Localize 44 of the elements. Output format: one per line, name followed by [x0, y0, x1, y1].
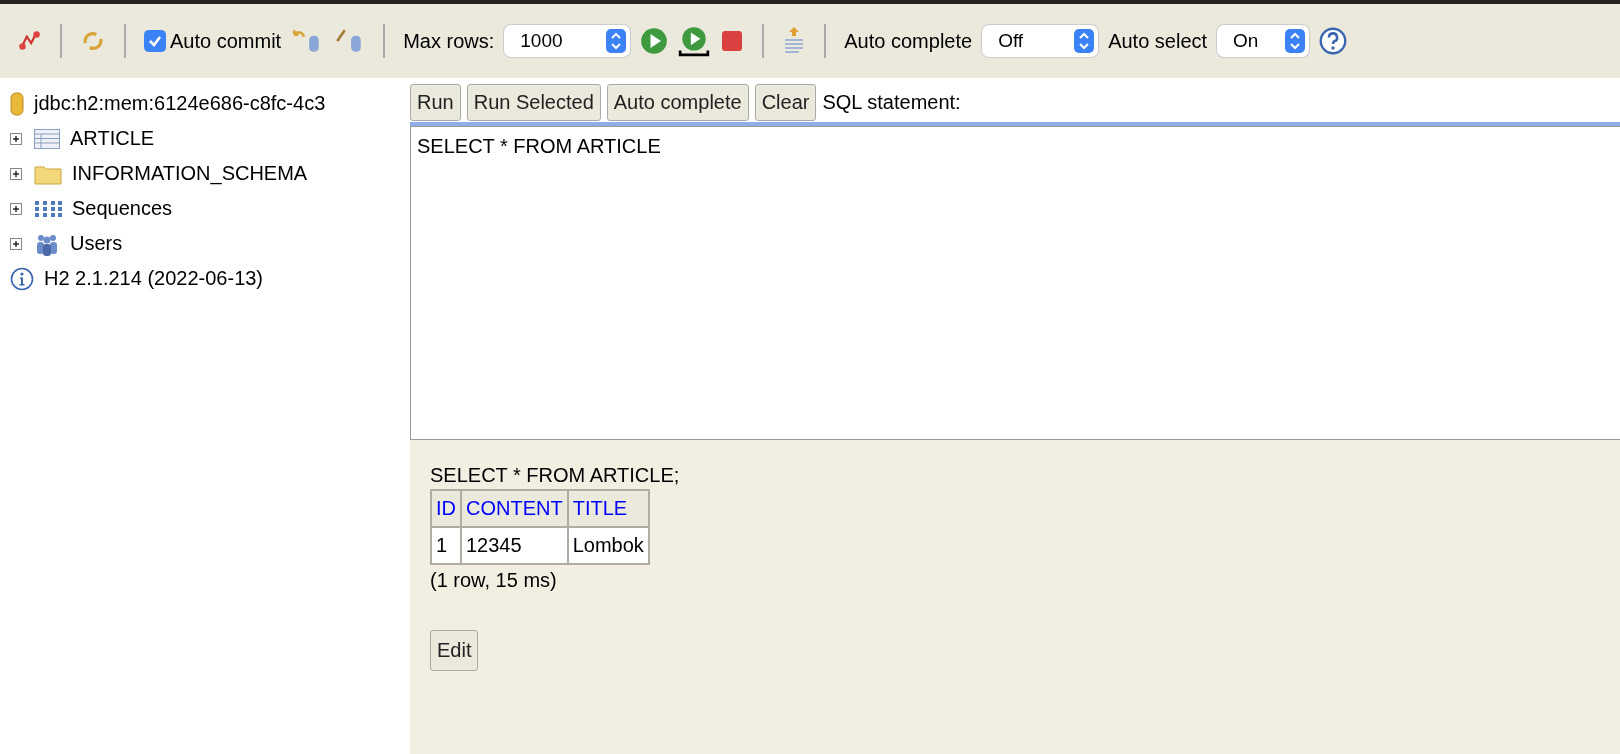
auto-complete-select[interactable]: Off	[982, 25, 1099, 57]
auto-select-label: Auto select	[1108, 29, 1208, 53]
column-header[interactable]: TITLE	[567, 490, 649, 527]
result-statement: SELECT * FROM ARTICLE;	[430, 464, 681, 487]
auto-commit-label: Auto commit	[170, 29, 282, 53]
auto-complete-label: Auto complete	[844, 29, 973, 53]
table-cell: 1	[431, 527, 461, 564]
sql-editor[interactable]: SELECT * FROM ARTICLE	[410, 126, 1620, 440]
result-summary: (1 row, 15 ms)	[430, 569, 558, 592]
database-icon	[10, 90, 24, 117]
sql-statement-label: SQL statement:	[822, 90, 961, 114]
run-icon[interactable]	[640, 27, 669, 55]
max-rows-label: Max rows:	[403, 29, 495, 53]
editor-button[interactable]: Clear	[754, 83, 817, 121]
editor-button[interactable]: Run	[410, 83, 461, 121]
run-selected-icon[interactable]	[678, 25, 711, 57]
info-icon	[10, 266, 34, 291]
version-text: H2 2.1.214 (2022-06-13)	[44, 267, 264, 290]
expand-toggle[interactable]	[10, 237, 24, 250]
stepper-icon	[606, 29, 627, 53]
column-header[interactable]: ID	[431, 490, 461, 527]
edit-button[interactable]: Edit	[430, 630, 479, 671]
auto-select-select[interactable]: On	[1217, 25, 1310, 57]
tree-item[interactable]: Sequences	[72, 197, 173, 220]
table-cell: Lombok	[567, 527, 649, 564]
expand-toggle[interactable]	[10, 167, 24, 180]
sequence-icon	[34, 198, 62, 219]
table-cell: 12345	[461, 527, 568, 564]
table-icon	[34, 128, 60, 149]
expand-toggle[interactable]	[10, 132, 24, 145]
auto-commit-checkbox[interactable]	[144, 30, 166, 52]
stepper-icon	[1074, 29, 1095, 53]
column-header[interactable]: CONTENT	[461, 490, 568, 527]
max-rows-select[interactable]: 1000	[504, 25, 631, 57]
tree-item[interactable]: INFORMATION_SCHEMA	[72, 162, 308, 185]
help-icon[interactable]	[1319, 27, 1348, 55]
stop-icon[interactable]	[720, 29, 745, 53]
tree-item[interactable]: Users	[70, 232, 123, 255]
editor-button[interactable]: Run Selected	[466, 83, 601, 121]
connection-url[interactable]: jdbc:h2:mem:6124e686-c8fc-4c3	[34, 92, 326, 115]
tree-item[interactable]: ARTICLE	[70, 127, 155, 150]
stepper-icon	[1285, 29, 1306, 53]
editor-button[interactable]: Auto complete	[606, 83, 749, 121]
expand-toggle[interactable]	[10, 202, 24, 215]
